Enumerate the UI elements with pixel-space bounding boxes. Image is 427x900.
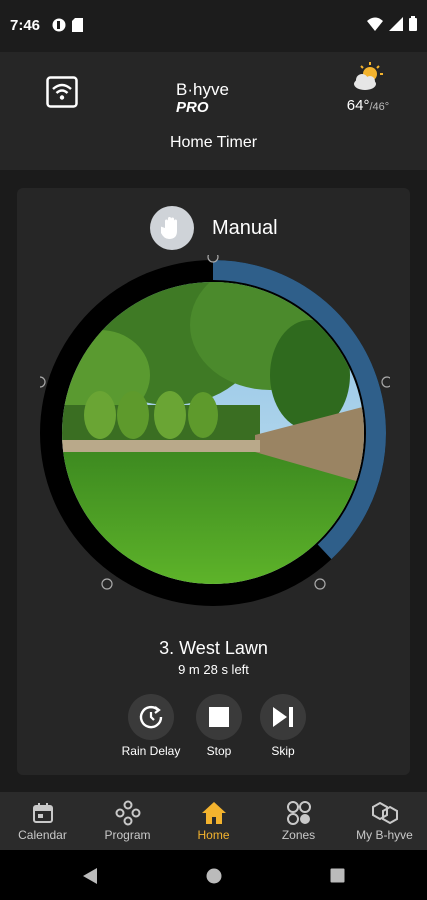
wifi-status-button[interactable] [46, 76, 78, 108]
bhyve-pro-logo: B·hyve PRO [176, 80, 229, 114]
status-time: 7:46 [10, 17, 41, 34]
weather-widget[interactable]: 64°/46° [340, 62, 396, 114]
calendar-icon [32, 803, 53, 823]
zone-time-left: 9 m 28 s left [178, 662, 249, 677]
nav-item-calendar[interactable]: Calendar [0, 792, 85, 850]
cell-signal-icon [389, 16, 403, 31]
my-bhyve-icon [371, 801, 398, 825]
app-header: B·hyve PRO Home Timer 64°/46° [0, 52, 427, 170]
sd-card-icon [72, 18, 83, 32]
zone-timer-dial [40, 255, 390, 606]
nav-item-zones[interactable]: Zones [256, 792, 341, 850]
notification-icon [52, 18, 66, 32]
program-icon [115, 800, 140, 826]
skip-icon [273, 707, 293, 727]
mode-label: Manual [212, 216, 278, 239]
partly-cloudy-icon [354, 62, 383, 90]
nav-item-program[interactable]: Program [85, 792, 170, 850]
wifi-signal-icon [367, 17, 383, 31]
nav-item-my-bhyve[interactable]: My B-hyve [342, 792, 427, 850]
mode-selector[interactable]: Manual [150, 206, 278, 250]
page-title: Home Timer [169, 134, 258, 151]
back-icon[interactable] [82, 867, 98, 885]
svg-text:PRO: PRO [176, 99, 209, 114]
system-navigation-bar [0, 850, 427, 900]
recents-icon[interactable] [330, 868, 345, 883]
skip-button[interactable]: Skip [243, 694, 323, 758]
hand-icon [150, 206, 194, 250]
current-zone-name: 3. West Lawn [159, 638, 268, 658]
svg-text:B·hyve: B·hyve [176, 80, 229, 99]
temperature-low: /46° [369, 101, 390, 113]
bottom-navigation: Calendar Program Home Zones My B-hyve [0, 792, 427, 850]
temperature-high: 64° [346, 97, 370, 114]
battery-icon [409, 16, 417, 31]
home-circle-icon[interactable] [206, 868, 222, 884]
home-icon [201, 802, 226, 824]
rain-delay-icon [139, 705, 163, 729]
zones-icon [286, 801, 311, 825]
stop-icon [209, 707, 229, 727]
skip-label: Skip [271, 744, 295, 758]
nav-item-home[interactable]: Home [171, 792, 256, 850]
wifi-icon [46, 76, 78, 108]
status-bar: 7:46 [0, 0, 427, 52]
